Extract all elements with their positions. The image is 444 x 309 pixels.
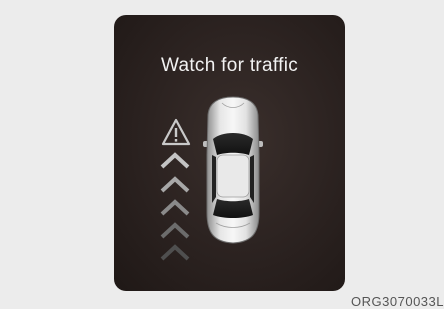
image-reference-code: ORG3070033L [351,294,444,309]
approach-chevron-icon [160,199,190,216]
approach-chevron-icon [160,244,190,261]
approach-chevron-icon [160,222,190,239]
warning-triangle-icon [161,118,191,146]
approach-chevron-icon [160,152,190,169]
car-top-view-icon [203,96,263,244]
approach-chevron-icon [160,176,190,193]
message-title: Watch for traffic [160,55,299,76]
display-panel: Watch for traffic [114,15,345,291]
